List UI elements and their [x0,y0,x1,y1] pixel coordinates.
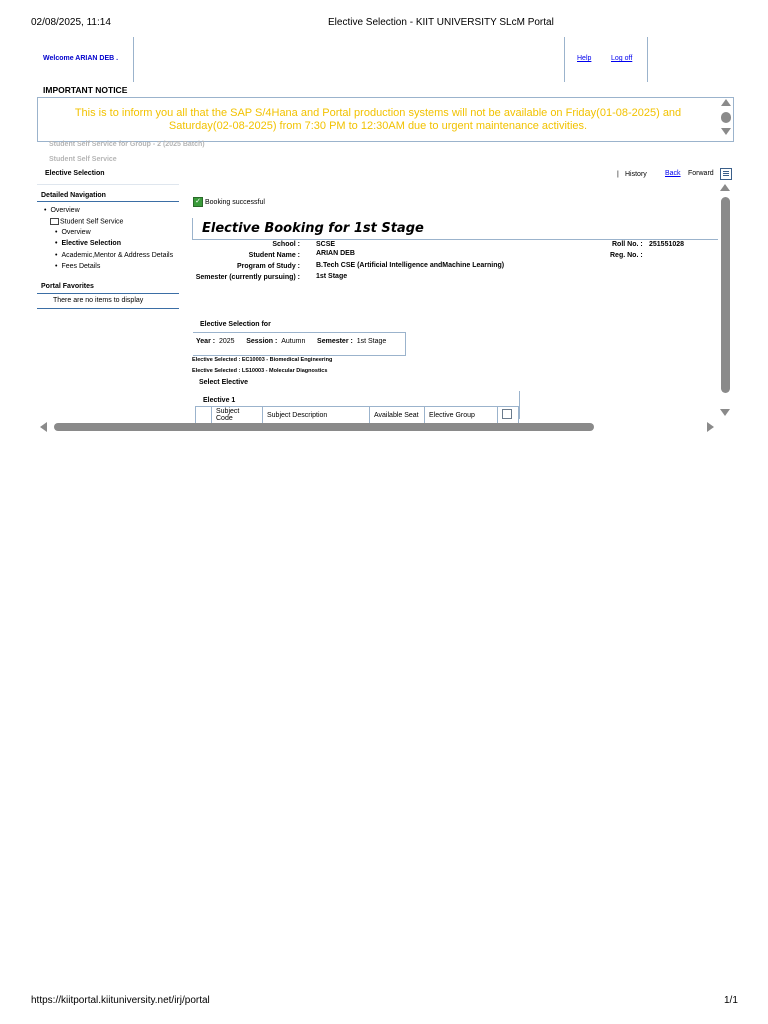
detailed-nav-title: Detailed Navigation [41,192,106,199]
scroll-right-icon[interactable] [707,422,714,432]
nav-item-fees-details[interactable]: Fees Details [55,263,100,270]
separator: | [617,171,619,178]
success-check-icon: ✓ [193,197,203,207]
booking-title: Elective Booking for 1st Stage [202,221,424,236]
nav-overview[interactable]: Overview [44,207,79,214]
elective-selected-1: Elective Selected : EC10003 - Biomedical… [192,357,333,363]
scroll-left-icon[interactable] [40,422,47,432]
breadcrumb-group[interactable]: Student Self Service for Group - 2 (2025… [49,141,205,148]
notice-box: This is to inform you all that the SAP S… [37,97,734,142]
page-title: Elective Selection [45,170,105,177]
forward-link[interactable]: Forward [688,170,714,177]
logoff-link[interactable]: Log off [611,55,632,62]
notice-message: This is to inform you all that the SAP S… [74,107,682,132]
select-elective-label: Select Elective [199,379,249,386]
column-elective-group[interactable]: Elective Group [424,406,498,424]
term-row: Year : 2025 Session : Autumn Semester : … [196,338,387,345]
elective-table: Subject Code Subject Description Availab… [195,406,519,424]
nav-item-academic-details[interactable]: Academic,Mentor & Address Details [55,252,173,259]
portal-favorites-title: Portal Favorites [41,283,94,290]
nav-student-self-service[interactable]: Student Self Service [50,218,123,225]
student-name-value: ARIAN DEB [316,250,355,257]
help-link[interactable]: Help [577,55,591,62]
nav-item-elective-selection[interactable]: Elective Selection [55,240,121,247]
content-scroll-down-icon[interactable] [720,409,730,416]
student-name-label: Student Name : [248,252,300,259]
welcome-text: Welcome ARIAN DEB . [43,55,119,62]
program-label: Program of Study : [236,263,300,270]
print-datetime: 02/08/2025, 11:14 [31,17,111,28]
notice-title: IMPORTANT NOTICE [43,85,128,95]
print-page-title: Elective Selection - KIIT UNIVERSITY SLc… [328,17,554,28]
elective-selection-title: Elective Selection for [200,321,271,328]
semester-value: 1st Stage [316,273,348,280]
select-all-cell [497,406,519,424]
roll-label: Roll No. : [612,241,643,248]
select-all-checkbox[interactable] [502,409,512,419]
notice-scroll-down-icon[interactable] [721,128,731,135]
page-menu-icon[interactable] [720,168,732,180]
roll-value: 251551028 [649,241,685,248]
print-url: https://kiitportal.kiituniversity.net/ir… [31,995,210,1006]
back-link[interactable]: Back [665,170,681,177]
semester-label: Semester (currently pursuing) : [195,274,300,281]
notice-scroll-up-icon[interactable] [721,99,731,106]
row-selector-header [195,406,212,424]
content-scroll-up-icon[interactable] [720,184,730,191]
print-page-number: 1/1 [724,995,738,1006]
column-subject-description[interactable]: Subject Description [262,406,370,424]
booking-status: ✓ Booking successful [193,197,265,207]
content-scroll-thumb[interactable] [721,197,730,393]
horizontal-scroll-thumb[interactable] [54,423,594,431]
column-available-seat[interactable]: Available Seat [369,406,425,424]
breadcrumb-service[interactable]: Student Self Service [49,156,117,163]
elective-selected-2: Elective Selected : LS10003 - Molecular … [192,368,328,374]
reg-label: Reg. No. : [610,252,643,259]
school-label: School : [272,241,300,248]
history-button[interactable]: History [625,171,647,178]
column-subject-code[interactable]: Subject Code [211,406,263,424]
elective-1-title: Elective 1 [203,397,236,404]
school-value: SCSE [316,241,336,248]
program-value: B.Tech CSE (Artificial Intelligence andM… [316,262,505,269]
folder-icon [50,218,59,225]
notice-scroll-thumb[interactable] [721,112,731,123]
favorites-empty-text: There are no items to display [53,297,144,304]
nav-item-overview[interactable]: Overview [55,229,90,236]
